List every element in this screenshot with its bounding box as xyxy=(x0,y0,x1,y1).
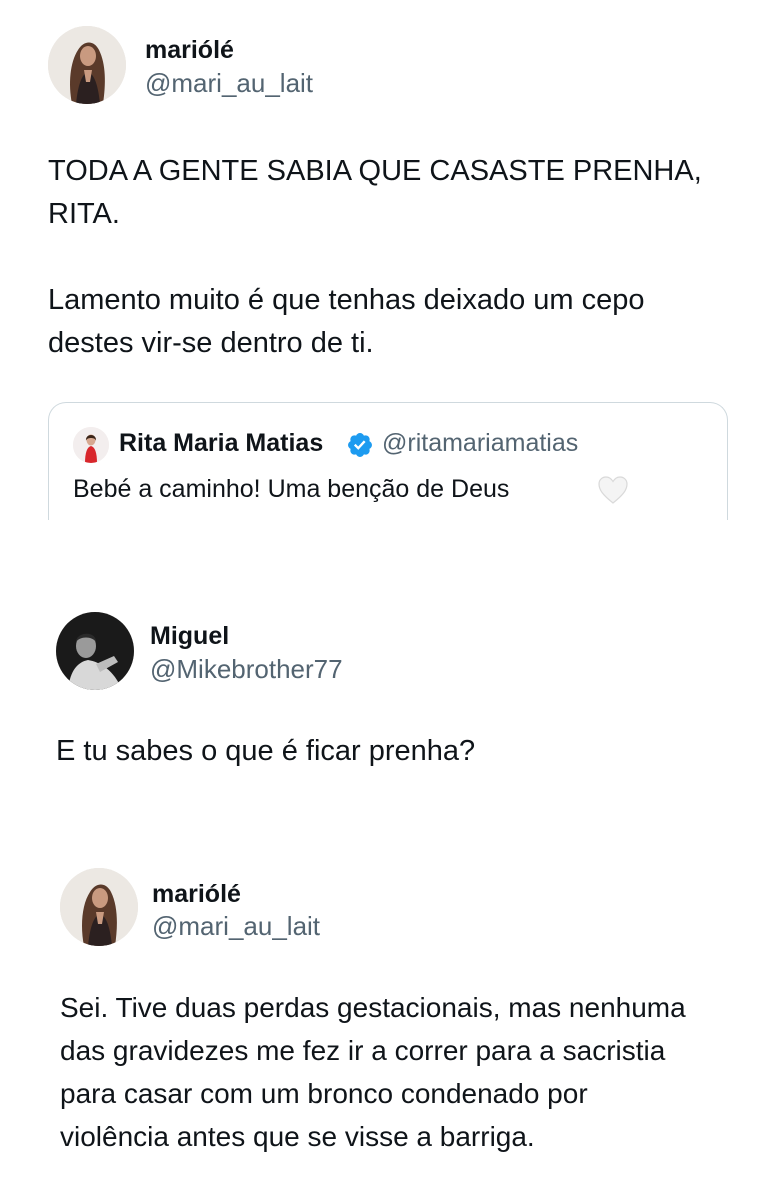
profile-photo-dark-icon xyxy=(56,612,134,690)
quoted-tweet[interactable]: Rita Maria Matias @ritamariamatias Bebé … xyxy=(48,402,728,520)
avatar[interactable] xyxy=(56,612,134,690)
user-handle[interactable]: @mari_au_lait xyxy=(152,911,320,942)
quoted-user-handle[interactable]: @ritamariamatias xyxy=(382,429,578,458)
tweet-text: Sei. Tive duas perdas gestacionais, mas … xyxy=(60,992,686,1152)
tweet-text: E tu sabes o que é ficar prenha? xyxy=(56,735,476,767)
display-name[interactable]: mariólé xyxy=(145,36,234,65)
quoted-tweet-text: Bebé a caminho! Uma benção de Deus xyxy=(73,475,510,503)
white-heart-icon xyxy=(598,476,628,504)
profile-photo-long-hair-icon xyxy=(60,868,138,946)
tweet-text: TODA A GENTE SABIA QUE CASASTE PRENHA, R… xyxy=(48,155,702,359)
verified-badge-icon xyxy=(348,433,372,457)
profile-photo-red-dress-icon xyxy=(73,427,109,463)
avatar[interactable] xyxy=(60,868,138,946)
profile-photo-long-hair-icon xyxy=(48,26,126,104)
avatar[interactable] xyxy=(73,427,109,463)
user-handle[interactable]: @mari_au_lait xyxy=(145,68,313,99)
display-name[interactable]: Miguel xyxy=(150,622,229,651)
avatar[interactable] xyxy=(48,26,126,104)
quoted-display-name[interactable]: Rita Maria Matias xyxy=(119,429,323,458)
display-name[interactable]: mariólé xyxy=(152,880,241,909)
user-handle[interactable]: @Mikebrother77 xyxy=(150,654,343,685)
